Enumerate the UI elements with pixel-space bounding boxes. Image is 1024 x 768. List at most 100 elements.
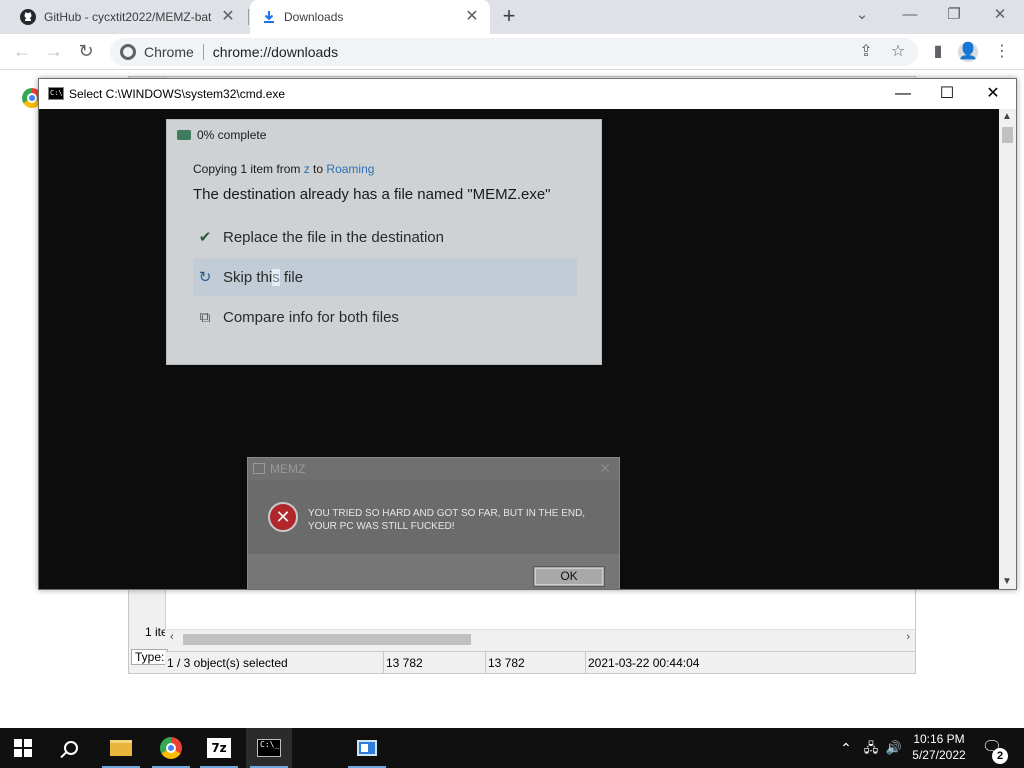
cmd-icon: C:\ xyxy=(48,87,64,100)
scroll-left-icon[interactable]: ‹ xyxy=(170,631,174,643)
window-title: Select C:\WINDOWS\system32\cmd.exe xyxy=(69,87,286,101)
text-cursor-highlight: s xyxy=(272,268,280,286)
copy-progress-icon xyxy=(177,130,191,140)
site-label: Chrome xyxy=(144,44,194,60)
menu-kebab-icon[interactable]: ⋮ xyxy=(992,42,1012,62)
reload-icon[interactable]: ↻ xyxy=(74,40,98,64)
back-icon[interactable]: ← xyxy=(10,40,34,64)
close-tab-icon[interactable]: ✕ xyxy=(464,9,480,25)
cmd-window: C:\ Select C:\WINDOWS\system32\cmd.exe —… xyxy=(38,78,1017,590)
window-icon xyxy=(253,463,265,474)
copy-mid: to xyxy=(309,162,327,176)
omnibox-separator xyxy=(202,44,204,60)
volume-icon[interactable]: 🔊 xyxy=(884,728,904,768)
memz-message-dialog: MEMZ ✕ ✕ YOU TRIED SO HARD AND GOT SO FA… xyxy=(247,457,620,589)
scrollbar-thumb[interactable] xyxy=(1002,127,1013,143)
start-button[interactable] xyxy=(0,728,46,768)
horizontal-scrollbar[interactable]: ‹ › xyxy=(165,629,915,647)
scrollbar-thumb[interactable] xyxy=(183,634,471,645)
system-clock[interactable]: 10:16 PM 5/27/2022 xyxy=(906,731,972,763)
option-label-end: file xyxy=(279,268,304,286)
chevron-down-icon[interactable]: ⌄ xyxy=(848,4,876,28)
replace-file-option[interactable]: ✔ Replace the file in the destination xyxy=(193,218,577,256)
skip-arrow-icon: ↻ xyxy=(198,269,212,286)
7zip-icon: 7z xyxy=(207,738,231,758)
app-window-icon xyxy=(357,740,377,756)
search-icon xyxy=(64,741,78,755)
github-icon xyxy=(20,9,36,25)
memz-titlebar: MEMZ ✕ xyxy=(248,458,619,480)
file-explorer-taskbar-button[interactable] xyxy=(98,728,144,768)
network-icon[interactable]: 🖧 xyxy=(860,728,882,768)
app-taskbar-button[interactable] xyxy=(344,728,390,768)
new-tab-button[interactable]: + xyxy=(498,5,520,28)
sevenzip-taskbar-button[interactable]: 7z xyxy=(196,728,242,768)
type-label: Type: xyxy=(131,649,169,665)
bookmark-star-icon[interactable]: ☆ xyxy=(888,42,908,62)
option-label: Replace the file in the destination xyxy=(223,228,444,246)
url-text: chrome://downloads xyxy=(212,44,339,60)
clock-time: 10:16 PM xyxy=(913,732,965,746)
packed-size-status: 13 782 xyxy=(485,652,525,674)
ok-button[interactable]: OK xyxy=(533,566,605,587)
share-icon[interactable]: ⇪ xyxy=(856,42,876,62)
restore-icon[interactable]: ❐ xyxy=(940,4,968,28)
search-button[interactable] xyxy=(48,728,94,768)
browser-tab-strip: GitHub - cycxtit2022/MEMZ-bat ✕ Download… xyxy=(0,0,1024,34)
dialog-title: MEMZ xyxy=(270,462,306,476)
vertical-scrollbar[interactable]: ▲ ▼ xyxy=(999,109,1016,589)
scroll-up-icon[interactable]: ▲ xyxy=(1002,111,1012,122)
message-line-1: YOU TRIED SO HARD AND GOT SO FAR, BUT IN… xyxy=(308,508,586,519)
chevron-up-icon[interactable]: ⌃ xyxy=(836,728,856,768)
close-tab-icon[interactable]: ✕ xyxy=(220,9,236,25)
folder-icon xyxy=(110,740,132,756)
chrome-taskbar-button[interactable] xyxy=(148,728,194,768)
error-icon: ✕ xyxy=(268,502,298,532)
scroll-right-icon[interactable]: › xyxy=(906,631,910,643)
copy-conflict-dialog: 0% complete Copying 1 item from z to Roa… xyxy=(166,119,602,365)
forward-icon[interactable]: → xyxy=(42,40,66,64)
progress-text: 0% complete xyxy=(197,128,267,142)
taskbar: 7z C:\_ ⌃ 🖧 🔊 10:16 PM 5/27/2022 🗨 2 xyxy=(0,728,1024,768)
destination-link[interactable]: Roaming xyxy=(326,162,374,176)
message-line-2: YOUR PC WAS STILL FUCKED! xyxy=(308,521,455,532)
browser-toolbar: ← → ↻ Chrome chrome://downloads ⇪ ☆ ▮ 👤 … xyxy=(0,34,1024,70)
option-label: Skip this file xyxy=(223,268,304,286)
option-label-start: Skip thi xyxy=(223,268,273,286)
tab-github[interactable]: GitHub - cycxtit2022/MEMZ-bat ✕ xyxy=(8,0,246,34)
option-label: Compare info for both files xyxy=(223,308,399,326)
minimize-icon[interactable]: — xyxy=(881,82,925,106)
size-status: 13 782 xyxy=(383,652,423,674)
side-panel-icon[interactable]: ▮ xyxy=(928,42,948,62)
chrome-icon xyxy=(120,44,136,60)
skip-file-option[interactable]: ↻ Skip this file xyxy=(193,258,577,296)
download-icon xyxy=(264,11,274,23)
cmd-taskbar-button[interactable]: C:\_ xyxy=(246,728,292,768)
conflict-message: The destination already has a file named… xyxy=(193,186,551,203)
tab-title: Downloads xyxy=(284,10,344,24)
close-icon[interactable]: ✕ xyxy=(971,82,1015,106)
address-bar[interactable]: Chrome chrome://downloads xyxy=(110,38,918,66)
windows-logo-icon xyxy=(14,739,32,757)
close-window-icon[interactable]: ✕ xyxy=(986,4,1014,28)
cmd-icon: C:\_ xyxy=(257,739,281,757)
minimize-icon[interactable]: — xyxy=(896,4,924,28)
close-icon[interactable]: ✕ xyxy=(599,460,611,477)
tab-title: GitHub - cycxtit2022/MEMZ-bat xyxy=(44,10,212,24)
modified-date-status: 2021-03-22 00:44:04 xyxy=(585,652,699,674)
tab-separator xyxy=(248,9,249,25)
tab-downloads[interactable]: Downloads ✕ xyxy=(250,0,490,34)
cmd-titlebar[interactable]: C:\ Select C:\WINDOWS\system32\cmd.exe —… xyxy=(39,79,1016,109)
status-bar: 1 / 3 object(s) selected 13 782 13 782 2… xyxy=(165,651,915,674)
copy-source-line: Copying 1 item from z to Roaming xyxy=(193,162,374,176)
compare-files-option[interactable]: ⧉ Compare info for both files xyxy=(193,298,577,336)
clock-date: 5/27/2022 xyxy=(912,748,966,762)
copy-prefix: Copying 1 item from xyxy=(193,162,304,176)
selection-status: 1 / 3 object(s) selected xyxy=(167,656,288,670)
compare-icon: ⧉ xyxy=(199,308,211,326)
console-area[interactable]: 0% complete Copying 1 item from z to Roa… xyxy=(39,109,999,589)
notification-badge: 2 xyxy=(992,748,1008,764)
profile-avatar-icon[interactable]: 👤 xyxy=(958,42,978,62)
scroll-down-icon[interactable]: ▼ xyxy=(1002,576,1012,587)
maximize-icon[interactable]: ☐ xyxy=(925,82,969,106)
